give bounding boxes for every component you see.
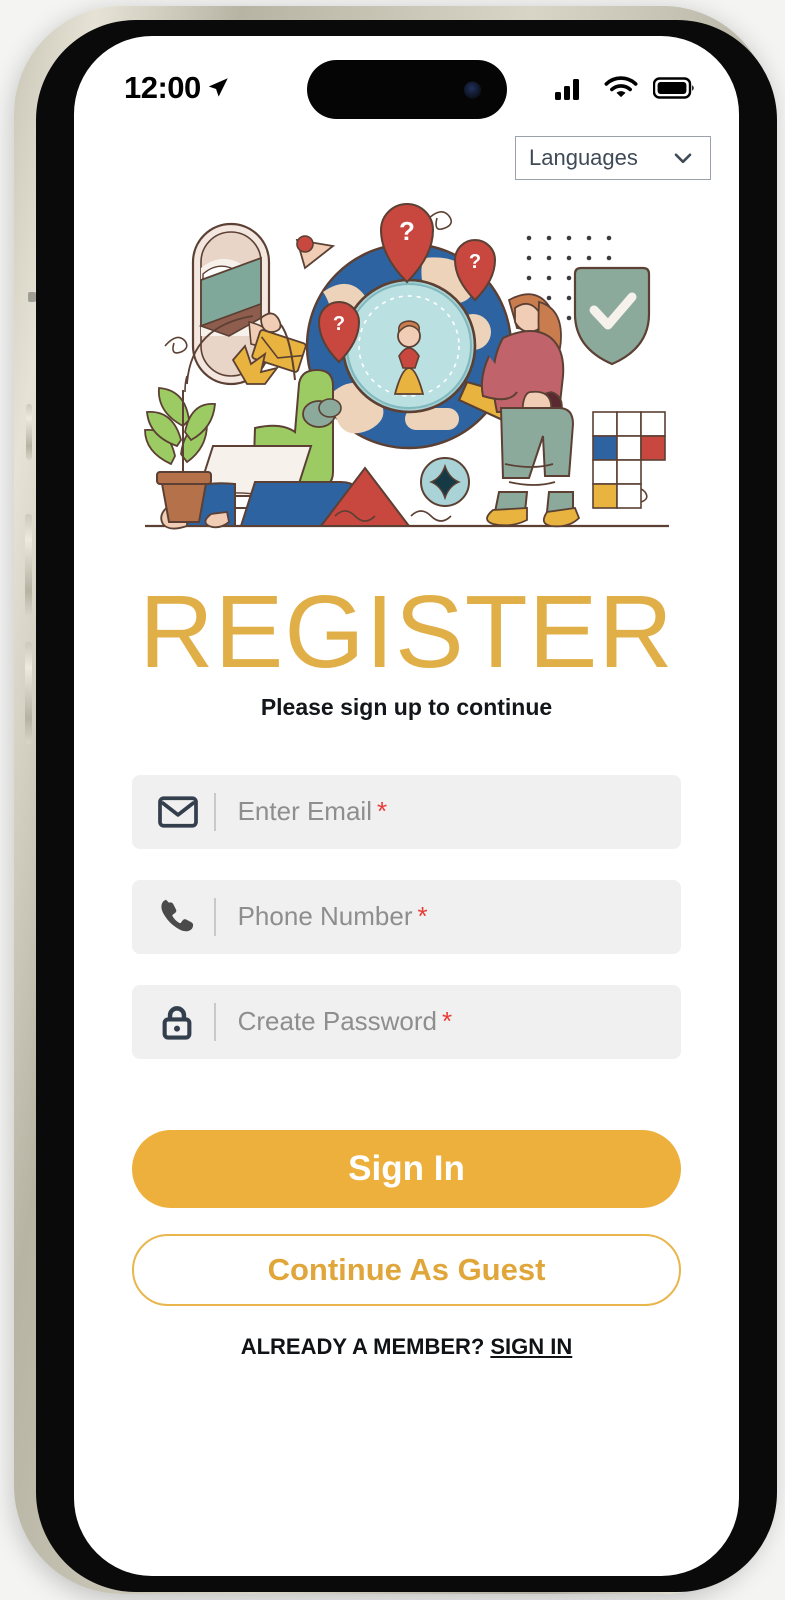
volume-up-button[interactable] — [25, 514, 32, 616]
phone-field[interactable]: Phone Number * — [132, 879, 681, 954]
screenshot-stage: 12:00 Languages ? ? ? REGISTER Please si… — [0, 0, 785, 1600]
antenna-band-left — [28, 292, 36, 302]
password-field[interactable]: Create Password * — [132, 984, 681, 1059]
register-form: Enter Email * Phone Number * Create Pass… — [74, 774, 739, 1059]
volume-down-button[interactable] — [25, 642, 32, 744]
phone-placeholder: Phone Number — [237, 901, 413, 932]
status-bar-left: 12:00 — [124, 70, 231, 106]
email-required-mark: * — [376, 796, 388, 827]
svg-text:?: ? — [332, 313, 344, 335]
lock-icon — [158, 1003, 200, 1041]
action-buttons: Sign In Continue As Guest ALREADY A MEMB… — [74, 1129, 739, 1360]
hero-illustration: ? ? ? — [74, 196, 739, 541]
language-select[interactable]: Languages — [515, 136, 711, 180]
action-button[interactable] — [26, 404, 32, 460]
password-required-mark: * — [442, 1006, 453, 1037]
language-select-label: Languages — [529, 145, 638, 170]
front-camera-lens — [463, 81, 481, 98]
sign-in-button[interactable]: Sign In — [132, 1129, 681, 1208]
language-selector-row: Languages — [74, 122, 739, 180]
chevron-down-icon — [674, 153, 692, 164]
phone-screen: 12:00 Languages ? ? ? REGISTER Please si… — [74, 36, 739, 1576]
battery-full-icon — [653, 77, 694, 99]
location-arrow-icon — [208, 78, 228, 97]
envelope-icon — [158, 796, 200, 828]
phone-frame: 12:00 Languages ? ? ? REGISTER Please si… — [14, 6, 777, 1594]
already-member-label: ALREADY A MEMBER? — [240, 1333, 485, 1359]
email-placeholder: Enter Email — [237, 796, 372, 827]
already-member-row: ALREADY A MEMBER? SIGN IN — [132, 1334, 681, 1360]
dynamic-island — [306, 60, 507, 119]
phone-icon — [158, 899, 200, 935]
password-field-divider — [214, 1002, 216, 1041]
page-title: REGISTER — [139, 574, 674, 689]
svg-text:?: ? — [399, 216, 415, 246]
status-bar-clock: 12:00 — [124, 70, 201, 105]
page-subtitle: Please sign up to continue — [260, 693, 553, 720]
register-screen: Languages ? ? ? REGISTER Please sign up … — [74, 122, 739, 1576]
email-field-divider — [214, 792, 216, 831]
password-placeholder: Create Password — [237, 1006, 438, 1037]
svg-text:?: ? — [468, 251, 480, 273]
register-illustration-svg: ? ? ? — [143, 203, 669, 530]
phone-field-divider — [214, 897, 216, 936]
status-bar-right — [555, 75, 695, 101]
wifi-icon — [604, 76, 638, 98]
continue-as-guest-button[interactable]: Continue As Guest — [132, 1233, 681, 1306]
phone-required-mark: * — [417, 901, 428, 932]
sign-in-link[interactable]: SIGN IN — [490, 1334, 572, 1359]
cellular-signal-icon — [555, 79, 579, 100]
email-field[interactable]: Enter Email * — [132, 774, 681, 849]
